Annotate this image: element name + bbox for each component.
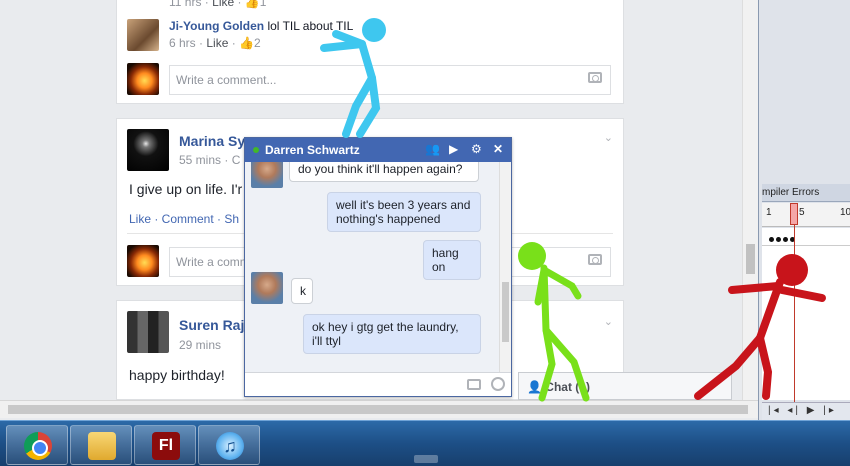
post-card: 11 hrs · Like · 👍1 Ji-Young Golden lol T… — [116, 0, 624, 104]
chat-contact-name[interactable]: Darren Schwartz — [265, 143, 360, 157]
avatar — [251, 272, 283, 304]
post-body: I give up on life. I'r — [129, 181, 243, 197]
post-time[interactable]: 29 mins — [179, 338, 221, 352]
avatar[interactable] — [127, 129, 169, 171]
playhead-line — [794, 225, 795, 405]
chrome-icon — [24, 432, 52, 460]
camera-icon[interactable] — [588, 72, 602, 83]
close-icon[interactable]: ✕ — [493, 142, 503, 156]
scrollbar-thumb[interactable] — [502, 282, 509, 342]
chat-message: do you think it'll happen again? — [289, 162, 479, 182]
avatar — [251, 162, 283, 188]
post-actions[interactable]: Like · Comment · Sh — [129, 212, 239, 226]
like-count: 1 — [259, 0, 267, 9]
chat-message: k — [291, 278, 313, 304]
chat-message: hang on — [423, 240, 481, 280]
video-call-icon[interactable]: ▶ — [449, 142, 458, 156]
avatar — [127, 63, 159, 95]
keyframe — [776, 237, 781, 242]
chat-header[interactable]: Darren Schwartz 👥 ▶ ⚙ ✕ — [245, 138, 511, 162]
chevron-down-icon[interactable]: ⌄ — [604, 131, 613, 144]
horizontal-scrollbar[interactable] — [0, 400, 758, 418]
post-body: happy birthday! — [129, 367, 225, 383]
chat-tab-label: Chat (1) — [545, 380, 590, 394]
playback-controls[interactable]: |◂ ◂| ▶ |▸ — [762, 402, 850, 420]
timeline-ruler[interactable]: 1 5 10 — [762, 203, 850, 227]
chat-message: well it's been 3 years and nothing's hap… — [327, 192, 481, 232]
comment: Ji-Young Golden lol TIL about TIL 6 hrs … — [127, 19, 353, 51]
like-link[interactable]: Like — [206, 36, 228, 50]
frame-number: 1 — [766, 207, 772, 218]
taskbar: Fl ♫ — [0, 420, 850, 466]
itunes-icon: ♫ — [216, 432, 244, 460]
folder-icon — [88, 432, 116, 460]
chat-input[interactable] — [245, 372, 511, 396]
taskbar-handle — [414, 455, 438, 463]
person-icon: 👤 — [527, 380, 542, 394]
taskbar-explorer[interactable] — [70, 425, 132, 465]
avatar — [127, 245, 159, 277]
timeline-frames[interactable] — [762, 228, 850, 246]
frame-number: 10 — [840, 207, 850, 218]
chat-message: ok hey i gtg get the laundry, i'll ttyl — [303, 314, 481, 354]
camera-icon[interactable] — [467, 379, 481, 390]
camera-icon[interactable] — [588, 254, 602, 265]
chat-scrollbar[interactable] — [499, 162, 511, 372]
post-time[interactable]: 55 mins — [179, 153, 221, 167]
comment-meta-row: 11 hrs · Like · 👍1 — [127, 0, 266, 9]
online-status-dot — [253, 147, 259, 153]
post-author[interactable]: Marina Sy — [179, 133, 245, 149]
comment-time: 11 hrs — [169, 0, 202, 9]
write-comment-row — [127, 63, 159, 95]
comment-placeholder: Write a comm — [176, 255, 250, 269]
scrollbar-thumb[interactable] — [746, 244, 755, 274]
thumbs-up-icon: 👍 — [239, 36, 254, 50]
chat-messages[interactable]: do you think it'll happen again? well it… — [245, 162, 511, 372]
post-author[interactable]: Suren Raj — [179, 317, 244, 333]
thumbs-up-icon: 👍 — [244, 0, 260, 9]
add-friend-icon[interactable]: 👥 — [425, 142, 440, 156]
chat-window: Darren Schwartz 👥 ▶ ⚙ ✕ do you think it'… — [244, 137, 512, 397]
scrollbar-thumb[interactable] — [8, 405, 748, 414]
comment-placeholder: Write a comment... — [176, 73, 277, 87]
like-count: 2 — [254, 36, 261, 50]
chat-sidebar-tab[interactable]: 👤 Chat (1) — [518, 372, 732, 400]
avatar[interactable] — [127, 311, 169, 353]
frame-number: 5 — [799, 207, 805, 218]
flash-stage — [762, 246, 850, 400]
flash-icon: Fl — [152, 432, 180, 460]
comment-input[interactable]: Write a comment... — [169, 65, 611, 95]
post-time-tail: C — [231, 153, 241, 167]
comment-text: lol TIL about TIL — [267, 19, 354, 33]
taskbar-flash[interactable]: Fl — [134, 425, 196, 465]
comment-author[interactable]: Ji-Young Golden — [169, 19, 264, 33]
keyframe — [769, 237, 774, 242]
gear-icon[interactable]: ⚙ — [471, 142, 482, 156]
keyframe — [783, 237, 788, 242]
compiler-errors-tab[interactable]: mpiler Errors — [762, 184, 850, 202]
taskbar-itunes[interactable]: ♫ — [198, 425, 260, 465]
avatar[interactable] — [127, 19, 159, 51]
emoji-icon[interactable] — [491, 377, 505, 391]
playhead[interactable] — [790, 203, 798, 225]
comment-time: 6 hrs — [169, 36, 196, 50]
chevron-down-icon[interactable]: ⌄ — [604, 315, 613, 328]
like-link[interactable]: Like — [212, 0, 234, 9]
vertical-scrollbar[interactable] — [742, 0, 758, 400]
taskbar-chrome[interactable] — [6, 425, 68, 465]
